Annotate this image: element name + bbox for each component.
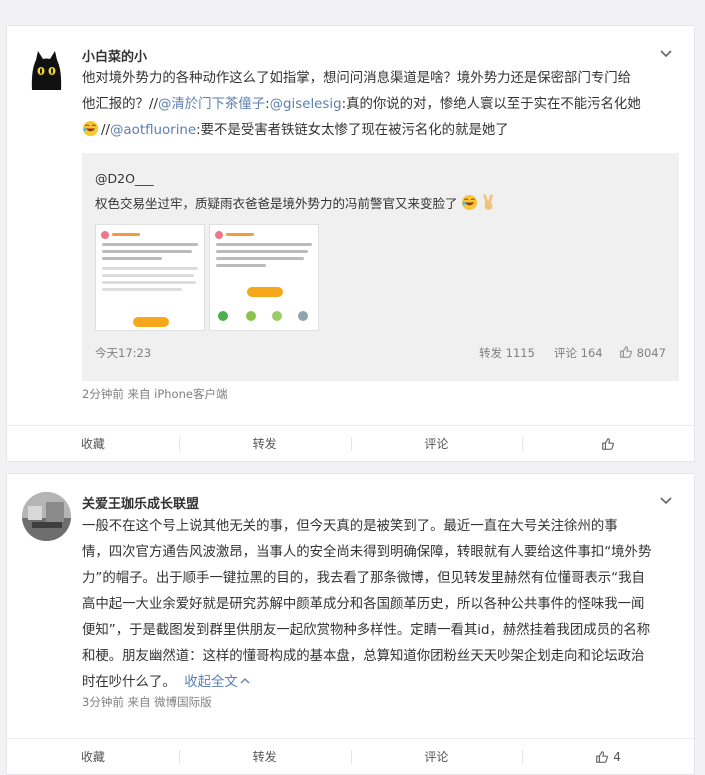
chevron-down-icon[interactable] (658, 493, 674, 509)
text-fragment: 时在吵什么了。 (82, 675, 176, 690)
collapse-link[interactable]: 收起全文 (184, 675, 250, 690)
mention-link[interactable]: @清於门下茶僮子 (158, 97, 265, 112)
avatar[interactable] (22, 492, 71, 541)
repost-username[interactable]: @D2O___ (95, 171, 154, 186)
comment-button[interactable]: 评论 (350, 739, 523, 774)
post-text-line: 便知”，于是截图发到群里供朋友一起欣赏物种多样性。定睛一看其id，赫然挂着我团成… (82, 623, 651, 638)
avatar[interactable] (22, 46, 71, 95)
post-card-2: 关爱王珈乐成长联盟 一般不在这个号上说其他无关的事，但今天真的是被笑到了。最近一… (6, 473, 695, 775)
text-fragment: 他汇报的？// (82, 97, 158, 112)
forward-button[interactable]: 转发 (178, 426, 351, 461)
victory-hand-icon (482, 194, 493, 210)
post-text-line: 他对境外势力的各种动作这么了如指掌，想问问消息渠道是啥？境外势力还是保密部门专门… (82, 71, 632, 86)
like-count-button[interactable]: 8047 (619, 345, 666, 360)
forward-button[interactable]: 转发 (178, 739, 351, 774)
repost-text-content: 权色交易坐过牢，质疑雨衣爸爸是境外势力的冯前警官又来变脸了 (95, 196, 458, 211)
like-button[interactable] (522, 426, 694, 461)
repost-time[interactable]: 今天17:23 (95, 345, 151, 361)
mention-link[interactable]: @giselesig (270, 97, 342, 112)
collapse-label: 收起全文 (184, 675, 238, 690)
thumb-button (247, 287, 283, 297)
post-text-line: 和梗。朋友幽然道：这样的懂哥构成的基本盘，总算知道你团粉丝天天吵架企划走向和论坛… (82, 649, 645, 664)
thumb-line (216, 264, 266, 267)
action-bar: 收藏 转发 评论 4 (7, 738, 694, 774)
thumb-button (133, 317, 169, 327)
thumb-line (216, 257, 304, 260)
post-text-line: 一般不在这个号上说其他无关的事，但今天真的是被笑到了。最近一直在大号关注徐州的事 (82, 519, 618, 534)
post-text: 他对境外势力的各种动作这么了如指掌，想问问消息渠道是啥？境外势力还是保密部门专门… (82, 66, 674, 144)
username[interactable]: 小白菜的小 (82, 46, 147, 65)
black-cat-avatar-icon (22, 46, 71, 95)
like-icon (596, 750, 609, 763)
thumb-line (102, 267, 198, 270)
image-thumbnail[interactable] (95, 224, 205, 331)
thumb-share-dot (218, 311, 228, 321)
collect-button[interactable]: 收藏 (7, 739, 179, 774)
thumb-name (112, 233, 140, 236)
like-icon (602, 437, 615, 450)
thumb-share-dot (272, 311, 282, 321)
post-text-line: 力”的帽子。出于顺手一键拉黑的目的，我去看了那条微博，但见转发里赫然有位懂哥表示… (82, 571, 645, 586)
collect-button[interactable]: 收藏 (7, 426, 179, 461)
image-thumbnail[interactable] (209, 224, 319, 331)
post-meta: 3分钟前 来自 微博国际版 (82, 695, 212, 709)
post-text: 一般不在这个号上说其他无关的事，但今天真的是被笑到了。最近一直在大号关注徐州的事… (82, 514, 674, 696)
repost-text: 权色交易坐过牢，质疑雨衣爸爸是境外势力的冯前警官又来变脸了 (95, 194, 669, 213)
post-text-line: //@aotfluorine:要不是受害者铁链女太惨了现在被污名化的就是她了 (82, 118, 674, 144)
thumb-name (226, 233, 254, 236)
thumb-line (102, 257, 162, 260)
thumb-line (102, 243, 198, 246)
post-text-line: 他汇报的？//@清於门下茶僮子:@giselesig:真的你说的对，惨绝人寰以至… (82, 92, 674, 118)
thumb-share-dot (246, 311, 256, 321)
like-count: 8047 (636, 346, 666, 360)
comment-count[interactable]: 评论 164 (554, 345, 603, 361)
like-button[interactable]: 4 (522, 739, 694, 774)
post-text-line: 情，四次官方通告风波激昂，当事人的安全尚未得到明确保障，转眼就有人要给这件事扣“… (82, 545, 652, 560)
laugh-emoji-icon (82, 120, 99, 137)
mention-link[interactable]: @aotfluorine (110, 123, 196, 138)
post-meta: 2分钟前 来自 iPhone客户端 (82, 387, 228, 401)
thumb-share-dot (298, 311, 308, 321)
thumb-line (216, 243, 312, 246)
chevron-up-icon (240, 678, 250, 684)
post-card-1: 小白菜的小 他对境外势力的各种动作这么了如指掌，想问问消息渠道是啥？境外势力还是… (6, 25, 695, 462)
like-count: 4 (613, 749, 621, 764)
text-fragment: // (101, 123, 111, 138)
thumb-line (102, 288, 182, 291)
repost-box[interactable]: @D2O___ 权色交易坐过牢，质疑雨衣爸爸是境外势力的冯前警官又来变脸了 今天… (82, 153, 679, 381)
chevron-down-icon[interactable] (658, 46, 674, 62)
post-text-line: 高中起一大业余爱好就是研究苏解中颜革成分和各国颜革历史，所以各种公共事件的怪味我… (82, 597, 645, 612)
comment-button[interactable]: 评论 (350, 426, 523, 461)
thumb-avatar (215, 231, 223, 239)
laugh-emoji-icon (461, 194, 477, 211)
thumb-line (102, 274, 194, 277)
text-fragment: :真的你说的对，惨绝人寰以至于实在不能污名化她 (341, 97, 641, 112)
like-icon (620, 346, 632, 358)
thumb-avatar (101, 231, 109, 239)
action-bar: 收藏 转发 评论 (7, 425, 694, 461)
repost-count[interactable]: 转发 1115 (479, 345, 535, 361)
thumb-line (216, 250, 308, 253)
thumb-line (102, 250, 192, 253)
photo-avatar-icon (22, 492, 71, 541)
post-text-line: 时在吵什么了。 收起全文 (82, 670, 674, 696)
text-fragment: :要不是受害者铁链女太惨了现在被污名化的就是她了 (196, 123, 509, 138)
thumb-line (102, 281, 196, 284)
username[interactable]: 关爱王珈乐成长联盟 (82, 493, 199, 512)
